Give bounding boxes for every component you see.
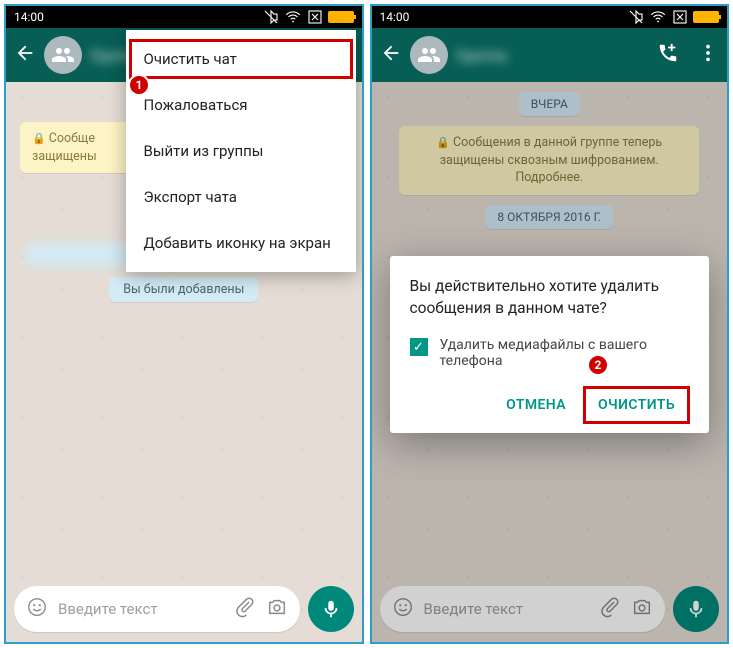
menu-clear-chat[interactable]: Очистить чат (126, 36, 356, 82)
clear-chat-dialog: Вы действительно хотите удалить сообщени… (390, 256, 710, 433)
callout-2: 2 (587, 354, 609, 376)
lock-icon: 🔒 (32, 132, 46, 145)
confirm-button[interactable]: ОЧИСТИТЬ (584, 387, 689, 423)
chat-title[interactable]: Группа (456, 46, 650, 65)
add-call-icon[interactable] (657, 42, 679, 68)
menu-export-chat[interactable]: Экспорт чата (126, 174, 356, 220)
mic-button[interactable] (308, 586, 354, 632)
menu-exit-group[interactable]: Выйти из группы (126, 128, 356, 174)
wifi-icon (649, 8, 667, 26)
dialog-actions: ОТМЕНА ОЧИСТИТЬ (410, 387, 690, 423)
added-pill: Вы были добавлены (109, 277, 258, 302)
mute-icon (262, 8, 280, 26)
status-bar: 14:00 (6, 6, 362, 28)
input-placeholder: Введите текст (58, 600, 224, 618)
status-icons (627, 8, 719, 26)
group-avatar[interactable] (44, 36, 82, 74)
status-icons (262, 8, 354, 26)
callout-1: 1 (128, 74, 150, 96)
group-avatar[interactable] (410, 36, 448, 74)
battery-icon (693, 11, 719, 23)
encryption-notice[interactable]: 🔒Сообще защищены (20, 122, 140, 173)
battery-icon (328, 11, 354, 23)
menu-add-shortcut[interactable]: Добавить иконку на экран (126, 220, 356, 266)
status-bar: 14:00 (372, 6, 728, 28)
group-icon (51, 43, 75, 67)
attach-icon[interactable] (234, 596, 256, 622)
back-button[interactable] (14, 42, 36, 69)
app-bar: Группа (372, 28, 728, 82)
phone-left: 14:00 Группа 🔒Сообще защищены Вы были до… (4, 4, 364, 644)
clock: 14:00 (14, 10, 44, 24)
checkbox-checked-icon[interactable]: ✓ (410, 338, 428, 356)
wifi-icon (284, 8, 302, 26)
emoji-icon[interactable] (26, 596, 48, 622)
menu-report[interactable]: Пожаловаться (126, 82, 356, 128)
appbar-actions (657, 42, 719, 68)
clock: 14:00 (380, 10, 410, 24)
checkbox-label: Удалить медиафайлы с вашего телефона (440, 337, 690, 369)
mute-icon (627, 8, 645, 26)
cancel-button[interactable]: ОТМЕНА (492, 387, 580, 423)
overflow-menu: Очистить чат Пожаловаться Выйти из групп… (126, 30, 356, 272)
group-icon (417, 43, 441, 67)
input-bar: Введите текст (14, 586, 354, 632)
message-input[interactable]: Введите текст (14, 586, 300, 632)
phone-right: 14:00 Группа ВЧЕРА 🔒Сообщения в данной г… (370, 4, 730, 644)
close-box-icon (306, 8, 324, 26)
back-button[interactable] (380, 42, 402, 69)
close-box-icon (671, 8, 689, 26)
dialog-checkbox-row[interactable]: ✓ Удалить медиафайлы с вашего телефона (410, 337, 690, 369)
dialog-title: Вы действительно хотите удалить сообщени… (410, 276, 690, 319)
camera-icon[interactable] (266, 596, 288, 622)
more-icon[interactable] (697, 42, 719, 68)
